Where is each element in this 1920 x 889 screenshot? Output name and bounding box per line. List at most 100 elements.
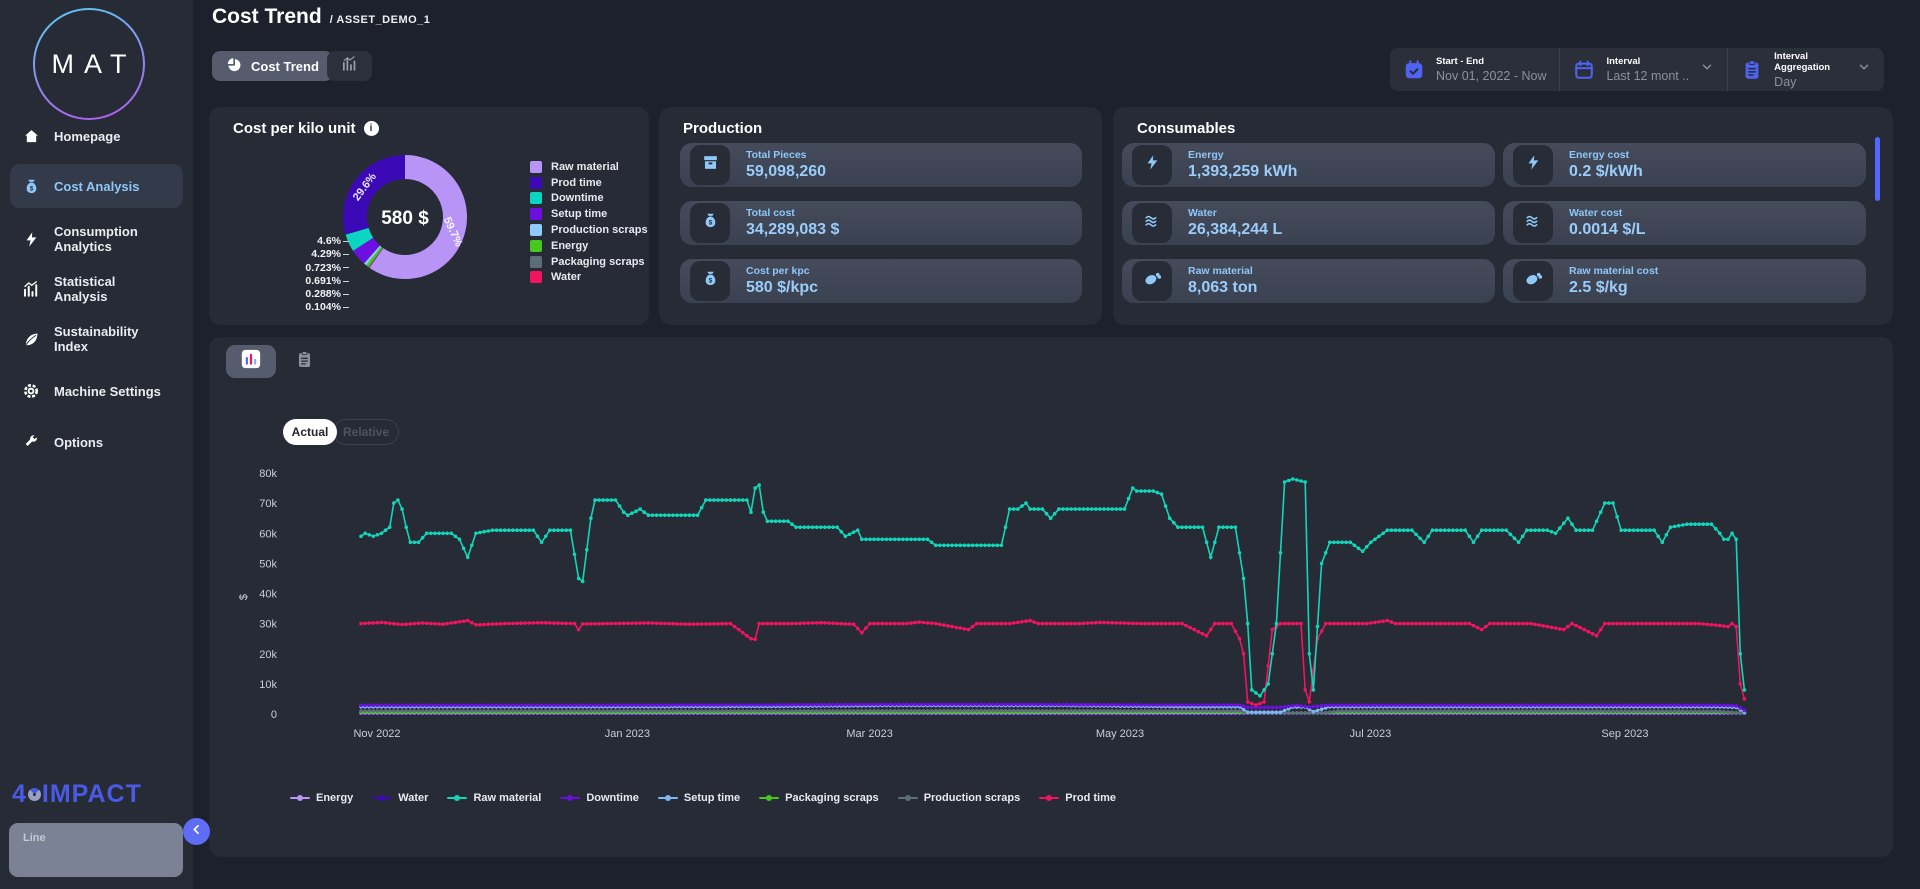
sidebar-item-label: Consumption Analytics [54, 224, 171, 254]
legend-label: Setup time [684, 792, 740, 804]
chevron-down-icon [1700, 60, 1714, 79]
stat-icon-tile [1513, 145, 1553, 185]
stat-total-cost: $Total cost34,289,083 $ [680, 201, 1082, 245]
legend-marker [372, 794, 392, 802]
mat-logo: MAT [33, 8, 145, 120]
donut-legend-item-setup-time[interactable]: Setup time [530, 206, 648, 222]
chart-legend-item-raw-material[interactable]: Raw material [447, 792, 541, 804]
production-title: Production [683, 120, 762, 137]
donut-legend-item-raw-material[interactable]: Raw material [530, 159, 648, 175]
leaf-icon [22, 330, 40, 348]
x-tick-label: May 2023 [1096, 728, 1144, 740]
sidebar: MAT Homepage $Cost Analysis Consumption An… [0, 0, 193, 889]
sidebar-item-label: Sustainability Index [54, 324, 171, 354]
sidebar-collapse-button[interactable] [183, 818, 210, 845]
sidebar-item-cost-analysis[interactable]: $Cost Analysis [10, 164, 183, 208]
chart-legend-item-packaging-scraps[interactable]: Packaging scraps [759, 792, 879, 804]
x-tick-label: Jan 2023 [605, 728, 650, 740]
waves-icon [1143, 211, 1162, 235]
sidebar-item-options[interactable]: Options [10, 424, 183, 460]
chart-legend-item-setup-time[interactable]: Setup time [658, 792, 740, 804]
legend-label: Prod time [1065, 792, 1116, 804]
y-axis-label: $ [238, 594, 250, 600]
legend-marker [658, 794, 678, 802]
donut-pct-production-scraps: 0.723% [245, 262, 349, 275]
sidebar-item-statistical-analysis[interactable]: Statistical Analysis [10, 271, 183, 307]
production-card: Production Total Pieces59,098,260 $ Total … [659, 107, 1102, 325]
moneybag-icon: $ [702, 212, 719, 234]
legend-label: Water [551, 271, 581, 283]
consumables-scrollbar[interactable] [1875, 137, 1880, 201]
stat-label: Cost per kpc [746, 265, 818, 277]
svg-text:$: $ [29, 185, 33, 192]
toggle-actual[interactable]: Actual [283, 419, 337, 445]
filter-interval-aggregation[interactable]: Interval AggregationDay [1727, 48, 1884, 91]
y-tick-label: 60k [259, 528, 277, 540]
donut-pct-setup-time: 4.29% [245, 248, 349, 261]
statchart-icon [22, 280, 40, 298]
chart-legend-item-downtime[interactable]: Downtime [560, 792, 639, 804]
legend-swatch [530, 224, 542, 236]
donut-legend-item-downtime[interactable]: Downtime [530, 191, 648, 207]
stat-label: Water [1188, 207, 1282, 219]
chart-legend-item-prod-time[interactable]: Prod time [1039, 792, 1116, 804]
filter-interval[interactable]: IntervalLast 12 mont .. [1559, 48, 1727, 91]
stat-water: Water26,384,244 L [1122, 201, 1495, 245]
y-tick-label: 80k [259, 468, 277, 480]
donut-pct-water: 0.104% [245, 301, 349, 314]
stat-label: Raw material cost [1569, 265, 1658, 277]
filter-start-end[interactable]: Start - EndNov 01, 2022 - Now [1390, 48, 1559, 91]
sidebar-item-consumption-analytics[interactable]: Consumption Analytics [10, 216, 183, 262]
stat-energy-cost: Energy cost0.2 $/kWh [1503, 143, 1866, 187]
donut-card-title: Cost per kilo uniti [233, 120, 379, 137]
sidebar-item-machine-settings[interactable]: Machine Settings [10, 373, 183, 409]
legend-swatch [530, 161, 542, 173]
legend-marker [759, 794, 779, 802]
stat-icon-tile: $ [690, 203, 730, 243]
tab-cost-trend[interactable]: Cost Trend [212, 51, 333, 81]
donut-legend-item-production-scraps[interactable]: Production scraps [530, 222, 648, 238]
stat-value: 2.5 $/kg [1569, 279, 1658, 297]
chart-legend-item-water[interactable]: Water [372, 792, 428, 804]
donut-legend-item-water[interactable]: Water [530, 270, 648, 286]
donut-legend-item-prod-time[interactable]: Prod time [530, 175, 648, 191]
lightning-icon [1525, 154, 1542, 176]
stat-value: 8,063 ton [1188, 279, 1257, 297]
stat-energy: Energy1,393,259 kWh [1122, 143, 1495, 187]
sidebar-item-sustainability-index[interactable]: Sustainability Index [10, 321, 183, 357]
donut-legend-item-packaging-scraps[interactable]: Packaging scraps [530, 254, 648, 270]
legend-marker [1039, 794, 1059, 802]
40impact-logo: 4IMPACT [12, 780, 142, 809]
page-title: Cost Trend/ ASSET_DEMO_1 [212, 5, 430, 29]
stat-label: Raw material [1188, 265, 1257, 277]
y-tick-label: 50k [259, 558, 277, 570]
stat-total-pieces: Total Pieces59,098,260 [680, 143, 1082, 187]
donut-pct-downtime: 4.6% [245, 235, 349, 248]
legend-marker [560, 794, 580, 802]
sidebar-item-label: Machine Settings [54, 384, 161, 399]
donut-legend-item-energy[interactable]: Energy [530, 238, 648, 254]
info-icon[interactable]: i [364, 121, 379, 136]
donut-percent-labels: 4.6%4.29%0.723%0.691%0.288%0.104% [245, 235, 349, 315]
legend-label: Water [398, 792, 428, 804]
x-tick-label: Mar 2023 [846, 728, 892, 740]
legend-swatch [530, 256, 542, 268]
legend-marker [447, 794, 467, 802]
sidebar-item-homepage[interactable]: Homepage [10, 118, 183, 154]
cost-trend-line-chart[interactable]: 010k20k30k40k50k60k70k80k$Nov 2022Jan 20… [209, 337, 1893, 857]
home-icon [22, 127, 40, 145]
legend-marker [898, 794, 918, 802]
chart-legend-item-energy[interactable]: Energy [290, 792, 353, 804]
x-tick-label: Nov 2022 [353, 728, 400, 740]
stat-label: Total cost [746, 207, 839, 219]
cost-per-kilo-card: Cost per kilo uniti Raw material 59.7%Wa… [209, 107, 649, 325]
legend-label: Energy [551, 240, 588, 252]
waves-icon [1524, 211, 1543, 235]
tab-trend-chart[interactable] [327, 51, 372, 81]
line-selector[interactable]: Line [9, 823, 183, 877]
chart-legend-item-production-scraps[interactable]: Production scraps [898, 792, 1021, 804]
legend-label: Raw material [473, 792, 541, 804]
calendar-icon [1573, 59, 1595, 81]
stat-icon-tile [690, 145, 730, 185]
donut-center-value: 580 $ [381, 208, 429, 229]
